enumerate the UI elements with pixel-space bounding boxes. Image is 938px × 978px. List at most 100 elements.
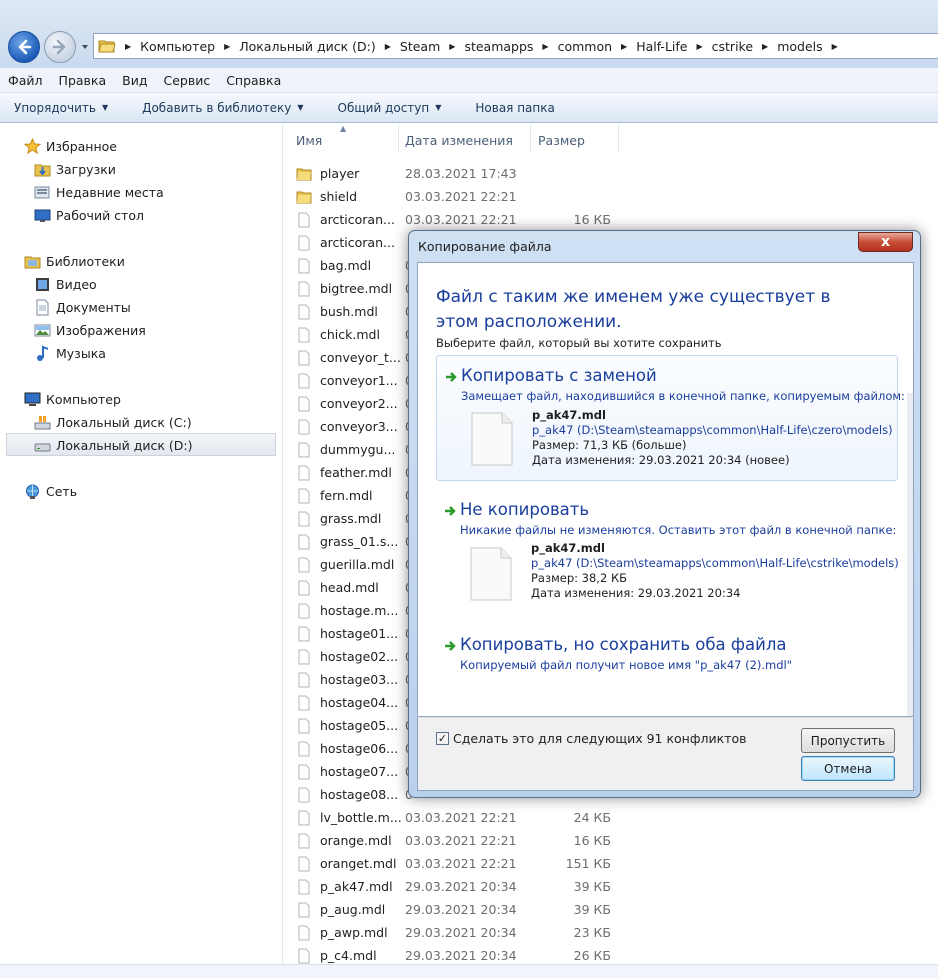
sidebar-item-computer[interactable]: Компьютер [24,388,121,410]
add-to-library-button[interactable]: Добавить в библиотеку ▼ [142,101,303,115]
file-row[interactable]: arcticoran... 03.03.2021 22:21 16 КБ [296,208,626,231]
breadcrumb-item[interactable]: Локальный диск (D:) [239,39,376,54]
breadcrumb-item[interactable]: common [558,39,612,54]
breadcrumb-separator-icon[interactable]: ▶ [224,42,230,51]
new-folder-label: Новая папка [475,100,555,115]
file-row[interactable]: orange.mdl 03.03.2021 22:21 16 КБ [296,829,626,852]
file-size: 151 КБ [565,856,611,871]
file-row[interactable]: p_ak47.mdl 29.03.2021 20:34 39 КБ [296,875,626,898]
file-icon [298,327,310,342]
back-button[interactable] [8,31,40,63]
file-icon [298,373,310,388]
breadcrumb-item[interactable]: Steam [400,39,440,54]
organize-button[interactable]: Упорядочить ▼ [14,101,108,115]
file-icon [298,235,310,250]
file-size: 39 КБ [573,879,611,894]
breadcrumb-separator-icon[interactable]: ▶ [542,42,548,51]
file-date: Дата изменения: 29.03.2021 20:34 [531,586,741,600]
file-date: Дата изменения: 29.03.2021 20:34 (новее) [532,453,790,467]
sidebar-item-music[interactable]: Музыка [34,342,106,364]
skip-button-label: Пропустить [810,733,886,748]
file-name: feather.mdl [320,465,392,480]
system-drive-icon [34,415,51,429]
column-header-size[interactable]: Размер [538,124,585,156]
copy-keep-both-option[interactable]: Копировать, но сохранить оба файла Копир… [436,633,898,679]
checkbox-label: Сделать это для следующих 91 конфликтов [453,731,747,746]
sidebar-item-disk-c[interactable]: Локальный диск (C:) [34,411,192,433]
recent-pages-dropdown-icon[interactable] [80,42,90,52]
file-icon [298,925,310,940]
documents-icon [36,299,49,315]
file-row[interactable]: player 28.03.2021 17:43 [296,162,626,185]
file-icon [298,718,310,733]
file-row[interactable]: p_aug.mdl 29.03.2021 20:34 39 КБ [296,898,626,921]
column-header-date[interactable]: Дата изменения [405,124,513,156]
column-header-name[interactable]: Имя [296,124,322,156]
scrollbar[interactable] [907,393,913,716]
file-row[interactable]: oranget.mdl 03.03.2021 22:21 151 КБ [296,852,626,875]
breadcrumb-separator-icon[interactable]: ▶ [621,42,627,51]
sidebar-item-video[interactable]: Видео [34,273,97,295]
menu-item[interactable]: Вид [122,73,147,88]
breadcrumb-item[interactable]: Компьютер [140,39,215,54]
close-icon: x [880,234,891,250]
breadcrumb-separator-icon[interactable]: ▶ [449,42,455,51]
navigation-pane: Избранное Загрузки Недавние места Рабочи… [0,124,283,978]
skip-button[interactable]: Пропустить [801,728,895,753]
add-to-library-label: Добавить в библиотеку [142,100,292,115]
breadcrumb-item[interactable]: cstrike [712,39,753,54]
breadcrumb-separator-icon[interactable]: ▶ [762,42,768,51]
breadcrumb-separator-icon[interactable]: ▶ [696,42,702,51]
breadcrumb-item[interactable]: models [777,39,822,54]
file-name: hostage02... [320,649,399,664]
close-button[interactable]: x [858,232,913,252]
do-not-copy-option[interactable]: Не копировать Никакие файлы не изменяютс… [436,498,899,618]
file-name: hostage.m... [320,603,399,618]
sidebar-item-favorites[interactable]: Избранное [24,135,117,157]
option-title: Копировать, но сохранить оба файла [460,635,787,654]
apply-to-all-checkbox[interactable]: ✓ Сделать это для следующих 91 конфликто… [436,731,747,746]
cancel-button[interactable]: Отмена [801,756,895,781]
breadcrumb-item[interactable]: Half-Life [636,39,687,54]
menu-item[interactable]: Правка [59,73,107,88]
file-date: 29.03.2021 20:34 [405,902,517,917]
forward-button[interactable] [44,31,76,63]
file-row[interactable]: p_awp.mdl 29.03.2021 20:34 23 КБ [296,921,626,944]
option-description: Никакие файлы не изменяются. Оставить эт… [460,523,897,537]
column-separator[interactable] [530,124,531,152]
file-date: 03.03.2021 22:21 [405,833,517,848]
menu-item[interactable]: Файл [8,73,43,88]
file-icon [298,902,310,917]
share-button[interactable]: Общий доступ ▼ [338,101,442,115]
address-bar[interactable]: ▶ Компьютер ▶ Локальный диск (D:) ▶ Steam ▶ ste… [93,33,938,59]
file-icon [470,547,512,601]
breadcrumb-separator-icon[interactable]: ▶ [125,42,131,51]
file-name: hostage03... [320,672,399,687]
column-separator[interactable] [398,124,399,152]
sidebar-item-recent-places[interactable]: Недавние места [34,181,164,203]
sidebar-item-downloads[interactable]: Загрузки [34,158,116,180]
menu-item[interactable]: Справка [226,73,281,88]
sidebar-item-images[interactable]: Изображения [34,319,146,341]
sidebar-item-network[interactable]: Сеть [24,480,77,502]
sidebar-item-documents[interactable]: Документы [34,296,131,318]
file-row[interactable]: shield 03.03.2021 22:21 [296,185,626,208]
breadcrumb-separator-icon[interactable]: ▶ [385,42,391,51]
menu-item[interactable]: Сервис [163,73,210,88]
folder-icon [296,168,312,180]
copy-and-replace-option[interactable]: Копировать с заменой Замещает файл, нахо… [436,355,905,481]
chevron-down-icon: ▼ [297,103,304,112]
new-folder-button[interactable]: Новая папка [475,101,554,115]
sidebar-item-label: Загрузки [56,161,116,177]
file-name: p_awp.mdl [320,925,388,940]
file-name: conveyor_t... [320,350,401,365]
checkbox-check-icon[interactable]: ✓ [436,732,449,745]
sidebar-item-desktop[interactable]: Рабочий стол [34,204,144,226]
file-icon [298,258,310,273]
sidebar-item-libraries[interactable]: Библиотеки [24,250,125,272]
column-separator[interactable] [618,124,619,152]
sidebar-item-disk-d[interactable]: Локальный диск (D:) [34,434,193,456]
breadcrumb-item[interactable]: steamapps [464,39,533,54]
file-row[interactable]: lv_bottle.m... 03.03.2021 22:21 24 КБ [296,806,626,829]
breadcrumb-separator-icon[interactable]: ▶ [832,42,838,51]
